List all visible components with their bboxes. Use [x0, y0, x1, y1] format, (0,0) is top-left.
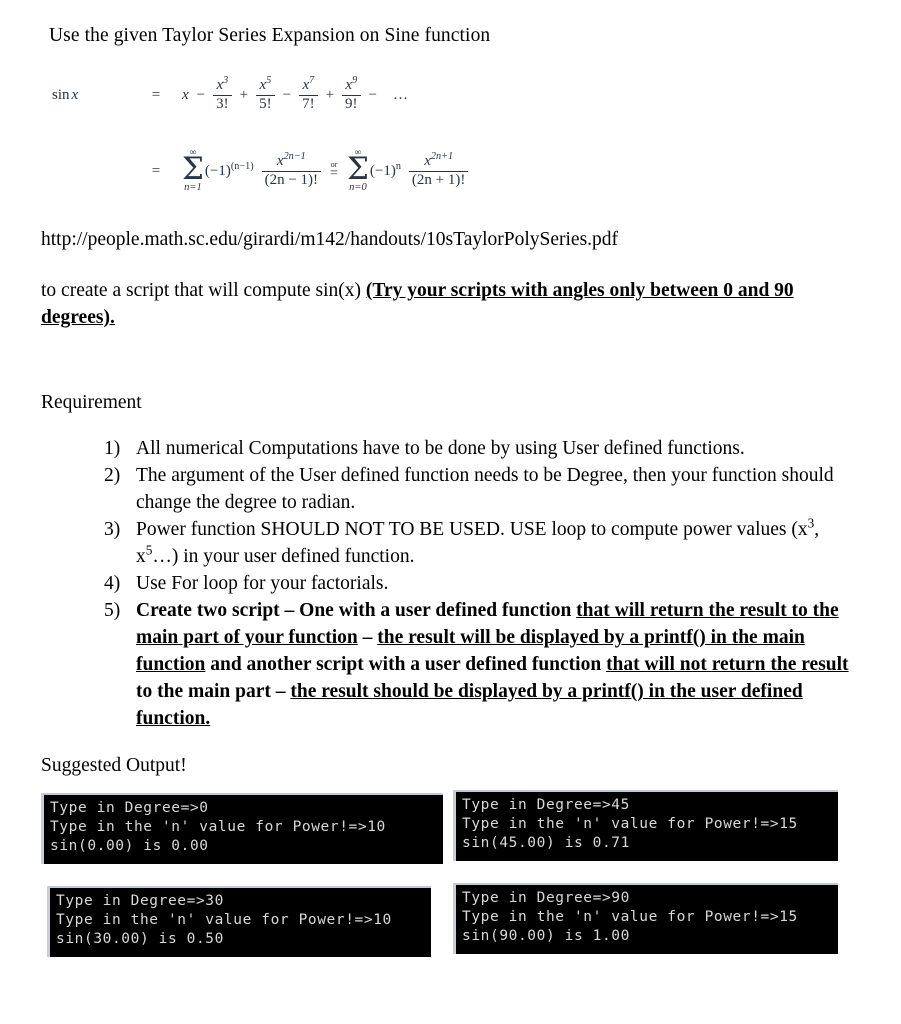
denominator-4: 9!	[342, 94, 361, 113]
requirement-text-part: Create two script – One with a user defi…	[136, 600, 577, 621]
requirement-text: All numerical Computations have to be do…	[136, 438, 745, 459]
requirement-list: 1) All numerical Computations have to be …	[104, 435, 864, 732]
sigma-icon-right: Σ	[346, 151, 369, 188]
denominator-right: (2n + 1)!	[408, 170, 469, 189]
sin-label: sin	[52, 86, 70, 103]
requirement-text-part: that will not return the result	[606, 654, 849, 675]
numerator-2: x5	[259, 74, 272, 93]
terminal-line: Type in Degree=>0	[50, 800, 209, 816]
operator-1: −	[196, 86, 206, 103]
terminal-line: Type in the 'n' value for Power!=>15	[462, 816, 798, 832]
requirement-text: Use For loop for your factorials.	[136, 573, 389, 594]
fraction-left: x2n−1 (2n − 1)!	[261, 150, 322, 189]
summation-right: ∞ Σ n=0	[346, 148, 369, 194]
sum-lower-limit-left: n=1	[184, 181, 202, 193]
numerator-right: x2n+1	[424, 150, 454, 169]
formula-line-1: sin x = x − x3 3! + x5 5! − x7 7! + x9 9!	[52, 72, 901, 118]
document-page: Use the given Taylor Series Expansion on…	[0, 0, 901, 1024]
numerator-3: x7	[302, 74, 315, 93]
terminal-output-4: Type in Degree=>90 Type in the 'n' value …	[453, 883, 838, 956]
sum-lower-limit-right: n=0	[349, 181, 367, 193]
formula-line-2: = ∞ Σ n=1 (−1)(n−1) x2n−1 (2n − 1)! or =…	[52, 142, 901, 200]
requirement-number: 3)	[104, 519, 121, 540]
ellipsis: …	[393, 86, 409, 103]
create-script-paragraph: to create a script that will compute sin…	[41, 277, 871, 331]
requirement-item: 4) Use For loop for your factorials.	[104, 570, 864, 597]
numerator-left: x2n−1	[276, 150, 306, 169]
requirement-number: 2)	[104, 465, 121, 486]
denominator-1: 3!	[213, 94, 232, 113]
terminal-degree-45: Type in Degree=>45 Type in the 'n' value …	[453, 790, 838, 861]
requirement-text-part: and another script with a user defined f…	[205, 654, 607, 675]
denominator-3: 7!	[299, 94, 318, 113]
terminal-line: sin(0.00) is 0.00	[50, 838, 209, 854]
operator-4: +	[325, 86, 335, 103]
terminal-line: Type in Degree=>90	[462, 890, 630, 906]
denominator-left: (2n − 1)!	[261, 170, 322, 189]
sin-argument: x	[71, 86, 79, 103]
terminal-line: sin(30.00) is 0.50	[56, 931, 224, 947]
fraction-x5-5fact: x5 5!	[256, 74, 275, 113]
terminal-degree-90: Type in Degree=>90 Type in the 'n' value …	[453, 883, 838, 954]
requirement-text: Create two script – One with a user defi…	[136, 597, 864, 732]
create-script-prefix: to create a script that will compute sin…	[41, 280, 366, 301]
equals-sign-2: =	[151, 162, 161, 179]
requirement-item: 5) Create two script – One with a user de…	[104, 597, 864, 732]
terminal-line: Type in Degree=>45	[462, 797, 630, 813]
equals-sign-1: =	[151, 86, 161, 103]
terminal-output-1: Type in Degree=>0 Type in the 'n' value f…	[41, 793, 443, 864]
operator-5: −	[368, 86, 378, 103]
fraction-x3-3fact: x3 3!	[213, 74, 232, 113]
source-url: http://people.math.sc.edu/girardi/m142/h…	[41, 229, 619, 250]
requirement-number: 5)	[104, 600, 121, 621]
fraction-right: x2n+1 (2n + 1)!	[408, 150, 469, 189]
requirement-text-part: to the main part –	[136, 681, 291, 702]
requirement-item: 2) The argument of the User defined funct…	[104, 462, 864, 516]
sigma-icon-left: Σ	[182, 151, 204, 188]
coefficient-right: (−1)n	[369, 160, 401, 179]
terminal-line: sin(45.00) is 0.71	[462, 835, 630, 851]
requirement-heading: Requirement	[41, 392, 142, 413]
summation-left: ∞ Σ n=1	[182, 148, 204, 194]
connector-equals: =	[330, 166, 338, 181]
requirement-text: Power function SHOULD NOT TO BE USED. US…	[136, 516, 864, 570]
coefficient-left: (−1)(n−1)	[204, 160, 254, 179]
terminal-output-2: Type in Degree=>45 Type in the 'n' value …	[453, 790, 838, 862]
operator-2: +	[239, 86, 249, 103]
requirement-item: 1) All numerical Computations have to be …	[104, 435, 864, 462]
requirement-text: The argument of the User defined functio…	[136, 465, 834, 513]
intro-line: Use the given Taylor Series Expansion on…	[49, 25, 491, 46]
requirement-number: 4)	[104, 573, 121, 594]
requirement-number: 1)	[104, 438, 121, 459]
terminal-line: sin(90.00) is 1.00	[462, 928, 630, 944]
terminal-degree-30: Type in Degree=>30 Type in the 'n' value …	[47, 886, 431, 957]
terminal-output-3: Type in Degree=>30 Type in the 'n' value …	[47, 886, 431, 957]
term-x: x	[182, 86, 189, 103]
denominator-2: 5!	[256, 94, 275, 113]
formula-lhs: sin x	[52, 87, 130, 104]
terminal-line: Type in the 'n' value for Power!=>10	[56, 912, 392, 928]
requirement-item: 3) Power function SHOULD NOT TO BE USED. …	[104, 516, 864, 570]
suggested-output-heading: Suggested Output!	[41, 755, 187, 776]
operator-3: −	[282, 86, 292, 103]
taylor-series-formula: sin x = x − x3 3! + x5 5! − x7 7! + x9 9!	[0, 72, 901, 200]
requirement-text-part: …) in your user defined function.	[152, 546, 415, 567]
terminal-degree-0: Type in Degree=>0 Type in the 'n' value f…	[41, 793, 443, 864]
terminal-line: Type in Degree=>30	[56, 893, 224, 909]
or-connector: or =	[321, 161, 347, 181]
terminal-line: Type in the 'n' value for Power!=>15	[462, 909, 798, 925]
requirement-text-part: –	[357, 627, 378, 648]
terminal-line: Type in the 'n' value for Power!=>10	[50, 819, 386, 835]
fraction-x7-7fact: x7 7!	[299, 74, 318, 113]
fraction-x9-9fact: x9 9!	[342, 74, 361, 113]
requirement-text-part: Power function SHOULD NOT TO BE USED. US…	[136, 519, 808, 540]
numerator-4: x9	[345, 74, 358, 93]
numerator-1: x3	[216, 74, 229, 93]
